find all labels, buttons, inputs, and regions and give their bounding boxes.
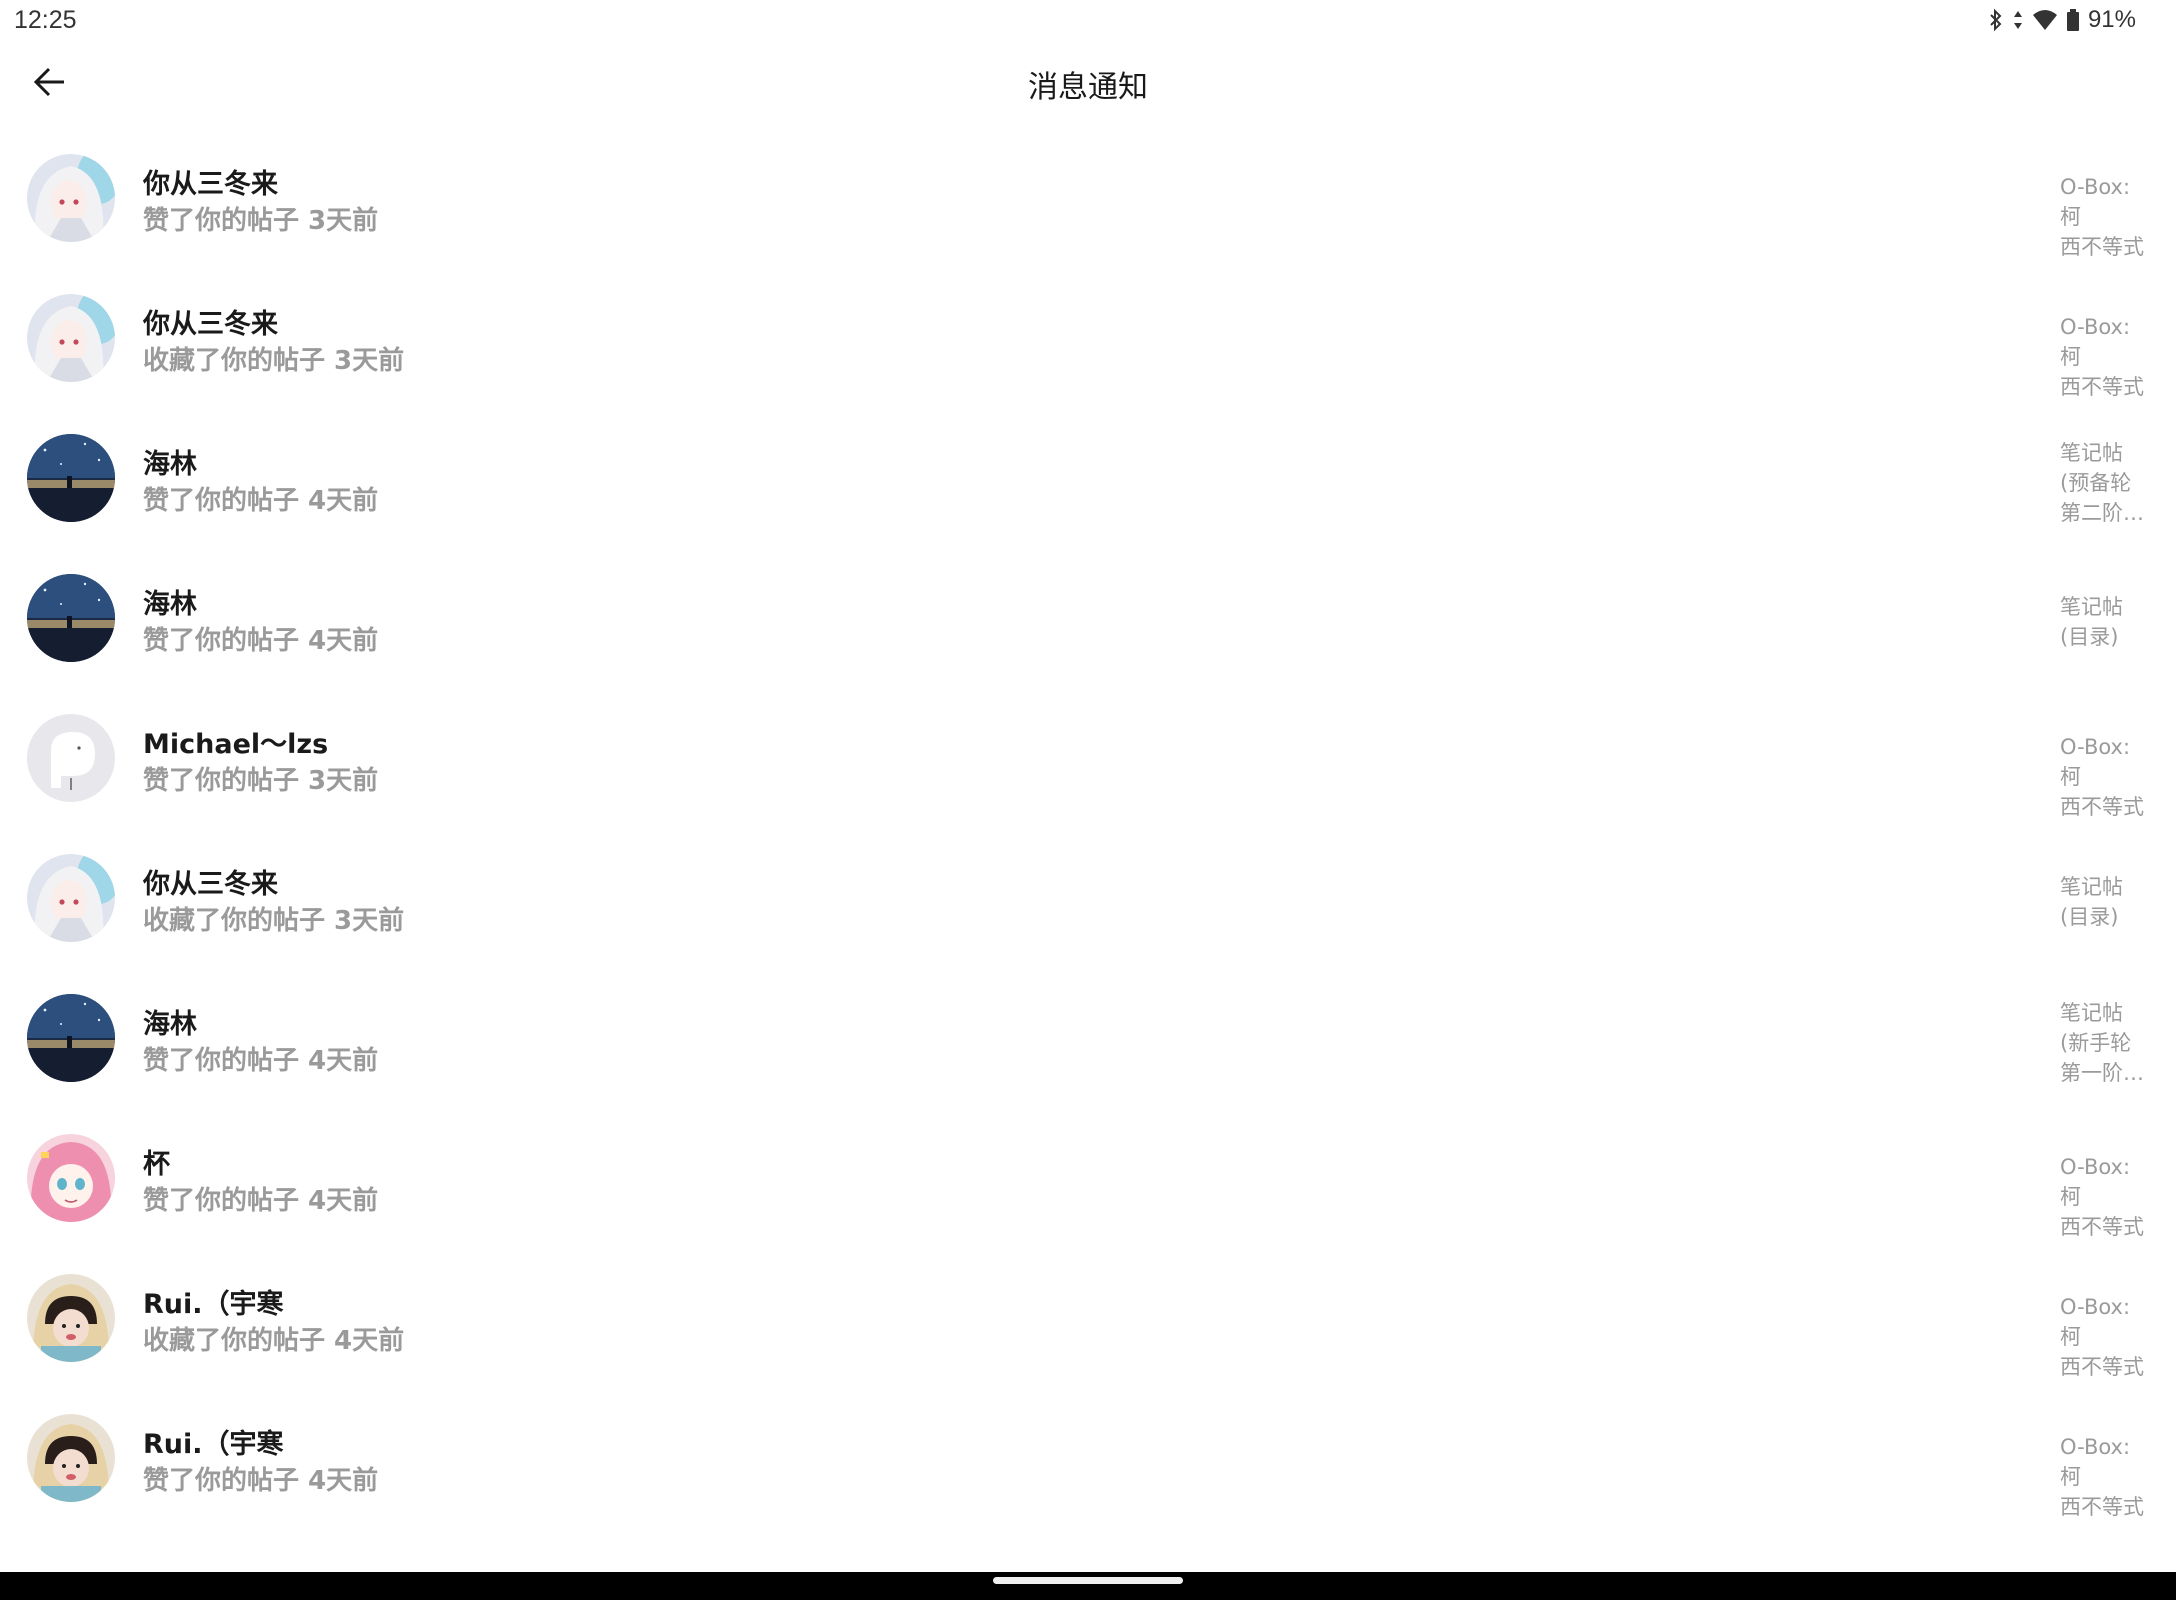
notification-list[interactable]: 你从三冬来 赞了你的帖子 3天前 O-Box:柯 西不等式 你从三冬来 收藏了你… — [0, 130, 2176, 1572]
notification-item[interactable]: 海林 赞了你的帖子 4天前 笔记帖 (预备轮 第二阶… — [0, 410, 2176, 550]
status-bar: 12:25 91% — [0, 0, 2176, 44]
avatar-night-sky-landscape[interactable] — [27, 434, 115, 522]
user-name: 你从三冬来 — [143, 309, 278, 340]
action-text: 赞了你的帖子 4天前 — [143, 486, 379, 516]
post-title[interactable]: O-Box:柯 西不等式 — [2060, 312, 2150, 402]
user-name: 杯 — [143, 1149, 170, 1180]
user-name: 海林 — [143, 449, 197, 480]
post-title[interactable]: O-Box:柯 西不等式 — [2060, 172, 2150, 262]
post-title[interactable]: O-Box:柯 西不等式 — [2060, 1432, 2150, 1522]
status-time: 12:25 — [14, 6, 77, 34]
action-text: 收藏了你的帖子 3天前 — [143, 906, 405, 936]
avatar-night-sky-landscape[interactable] — [27, 994, 115, 1082]
app-header: 消息通知 — [0, 44, 2176, 124]
avatar-anime-girl-pink-hair[interactable] — [27, 1134, 115, 1222]
avatar-default[interactable] — [27, 714, 115, 802]
user-name: Rui.（宇寒 — [143, 1429, 284, 1460]
avatar-anime-girl-white-hair[interactable] — [27, 154, 115, 242]
navigation-bar — [0, 1572, 2176, 1600]
notification-item[interactable]: 你从三冬来 赞了你的帖子 3天前 O-Box:柯 西不等式 — [0, 130, 2176, 270]
action-text: 赞了你的帖子 4天前 — [143, 626, 379, 656]
battery-percent: 91% — [2087, 6, 2136, 33]
post-title[interactable]: 笔记帖 (目录) — [2060, 872, 2150, 932]
action-text: 赞了你的帖子 3天前 — [143, 766, 379, 796]
post-title[interactable]: O-Box:柯 西不等式 — [2060, 1292, 2150, 1382]
notification-item[interactable]: 你从三冬来 收藏了你的帖子 3天前 笔记帖 (目录) — [0, 830, 2176, 970]
notification-item-partial[interactable]: ... — [0, 1530, 2176, 1572]
post-title[interactable]: O-Box:柯 西不等式 — [2060, 732, 2150, 822]
notification-item[interactable]: 海林 赞了你的帖子 4天前 笔记帖 (新手轮 第一阶… — [0, 970, 2176, 1110]
action-text: 赞了你的帖子 3天前 — [143, 206, 379, 236]
user-name: Michael～lzs — [143, 729, 329, 760]
gesture-handle[interactable] — [993, 1577, 1183, 1584]
bluetooth-icon — [1988, 8, 2004, 32]
data-arrows-icon — [2012, 8, 2024, 32]
status-icons: 91% — [1988, 6, 2136, 34]
notification-item[interactable]: 杯 赞了你的帖子 4天前 O-Box:柯 西不等式 — [0, 1110, 2176, 1250]
avatar-girl-photo[interactable] — [27, 1414, 115, 1502]
notification-item[interactable]: 你从三冬来 收藏了你的帖子 3天前 O-Box:柯 西不等式 — [0, 270, 2176, 410]
user-name: Rui.（宇寒 — [143, 1289, 284, 1320]
post-title[interactable]: 笔记帖 (新手轮 第一阶… — [2060, 998, 2150, 1088]
post-title[interactable]: 笔记帖 (预备轮 第二阶… — [2060, 438, 2150, 528]
notification-item[interactable]: Rui.（宇寒 收藏了你的帖子 4天前 O-Box:柯 西不等式 — [0, 1250, 2176, 1390]
user-name: 海林 — [143, 589, 197, 620]
page-title: 消息通知 — [1028, 70, 1148, 105]
avatar-girl-photo[interactable] — [27, 1274, 115, 1362]
notification-item[interactable]: 海林 赞了你的帖子 4天前 笔记帖 (目录) — [0, 550, 2176, 690]
action-text: 赞了你的帖子 4天前 — [143, 1046, 379, 1076]
avatar-anime-girl-white-hair[interactable] — [27, 854, 115, 942]
notification-item[interactable]: Rui.（宇寒 赞了你的帖子 4天前 O-Box:柯 西不等式 — [0, 1390, 2176, 1530]
notification-screen: 12:25 91% 消息通知 你从三冬来 赞了你的帖子 3天前 O-Box:柯 … — [0, 0, 2176, 1600]
action-text: 收藏了你的帖子 3天前 — [143, 346, 405, 376]
user-name: ... — [143, 1560, 174, 1572]
battery-icon — [2066, 8, 2080, 32]
avatar-night-sky-landscape[interactable] — [27, 574, 115, 662]
notification-item[interactable]: Michael～lzs 赞了你的帖子 3天前 O-Box:柯 西不等式 — [0, 690, 2176, 830]
user-name: 你从三冬来 — [143, 169, 278, 200]
user-name: 你从三冬来 — [143, 869, 278, 900]
post-title[interactable]: 笔记帖 (目录) — [2060, 592, 2150, 652]
action-text: 收藏了你的帖子 4天前 — [143, 1326, 405, 1356]
wifi-icon — [2032, 9, 2058, 31]
post-title[interactable]: O-Box:柯 西不等式 — [2060, 1152, 2150, 1242]
avatar-anime-girl-white-hair[interactable] — [27, 294, 115, 382]
action-text: 赞了你的帖子 4天前 — [143, 1466, 379, 1496]
user-name: 海林 — [143, 1009, 197, 1040]
action-text: 赞了你的帖子 4天前 — [143, 1186, 379, 1216]
